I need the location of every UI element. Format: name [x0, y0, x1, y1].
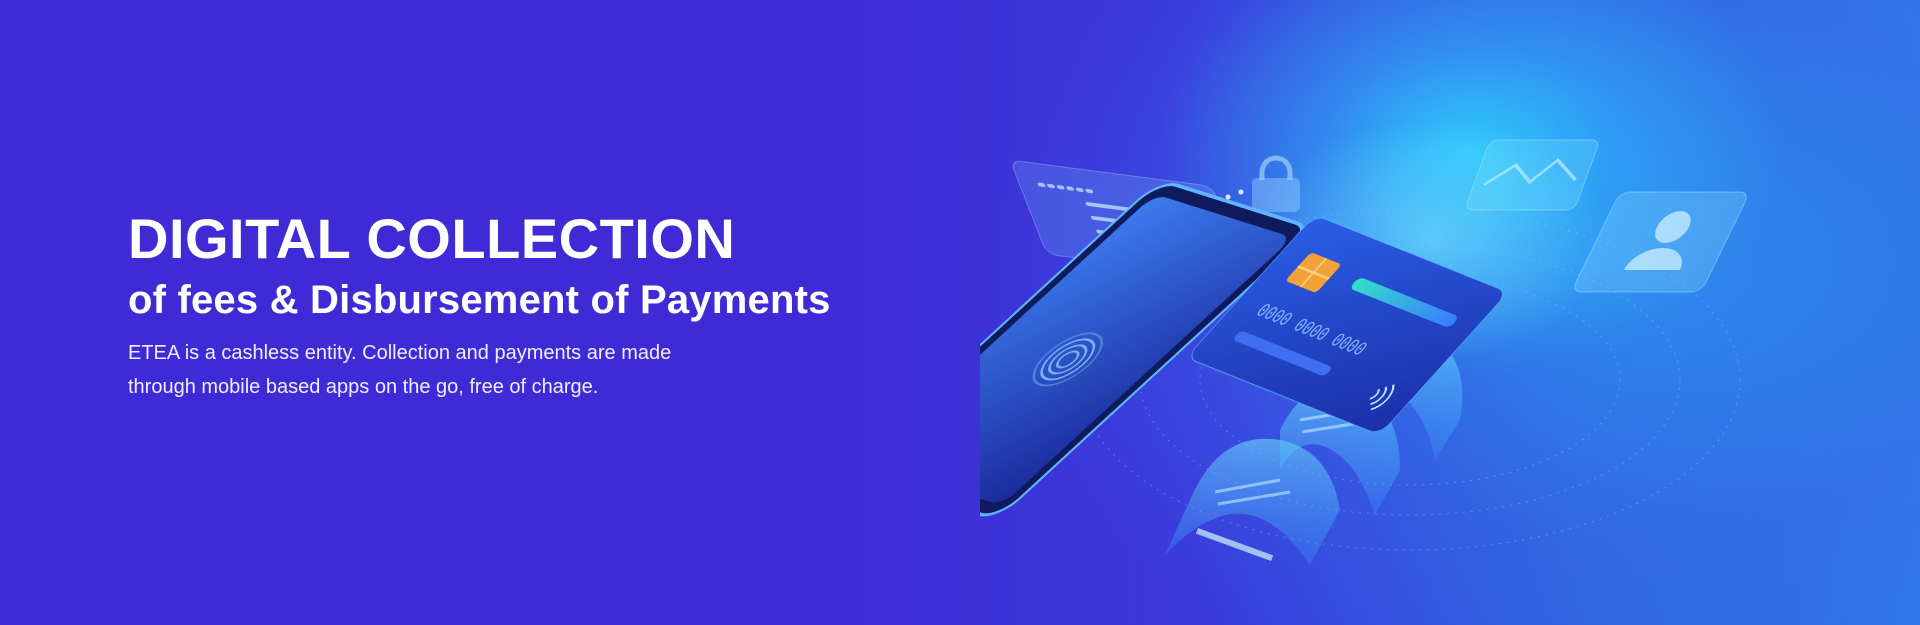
hero-title: DIGITAL COLLECTION: [128, 207, 736, 270]
hero-subtitle: of fees & Disbursement of Payments: [128, 278, 831, 322]
hero-description-line-1: ETEA is a cashless entity. Collection an…: [128, 342, 672, 364]
hero-copy: DIGITAL COLLECTION of fees & Disbursemen…: [128, 206, 831, 404]
hero-banner: DIGITAL COLLECTION of fees & Disbursemen…: [0, 0, 1920, 625]
hero-description-line-2: through mobile based apps on the go, fre…: [128, 376, 599, 398]
hero-description: ETEA is a cashless entity. Collection an…: [128, 336, 748, 404]
payment-illustration: 0000 0000 0000: [980, 120, 1747, 565]
